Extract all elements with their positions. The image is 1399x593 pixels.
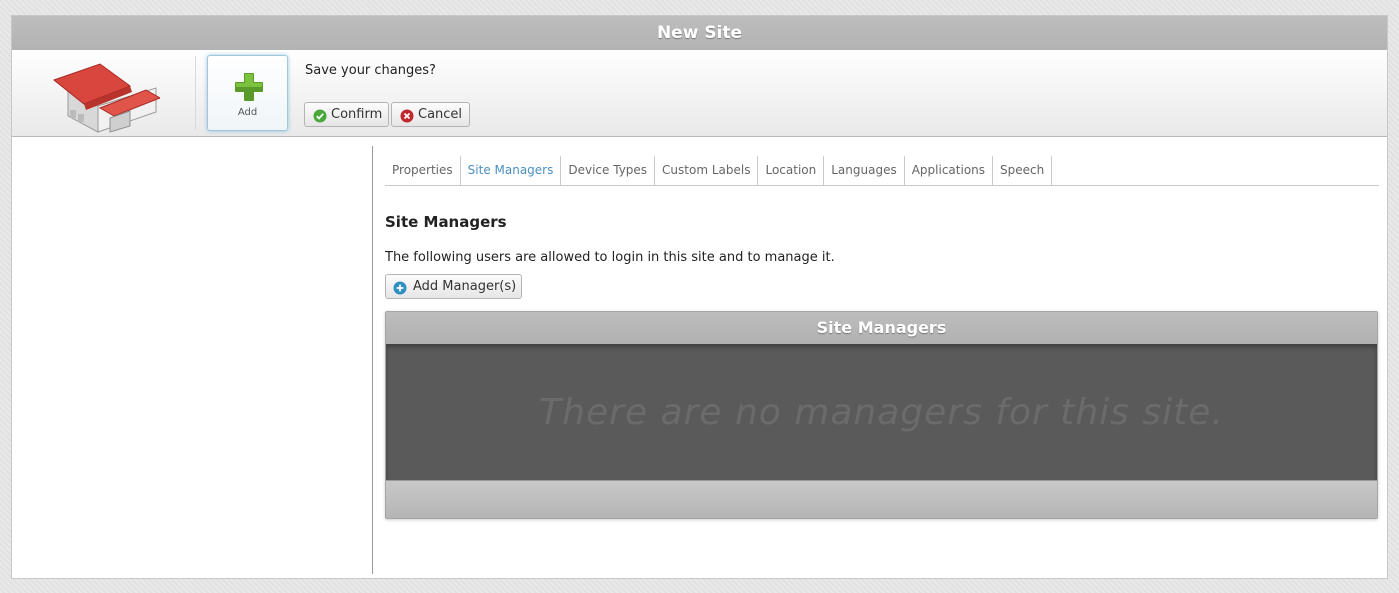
add-button-label: Add [237, 107, 258, 118]
x-circle-icon [400, 108, 414, 123]
plus-icon [234, 72, 264, 102]
section-description: The following users are allowed to login… [385, 250, 835, 265]
check-circle-icon [313, 108, 327, 123]
grid-title: Site Managers [386, 312, 1377, 344]
tab-device-types[interactable]: Device Types [561, 156, 656, 185]
empty-message: There are no managers for this site. [539, 392, 1224, 433]
tab-languages[interactable]: Languages [824, 156, 905, 185]
window-title: New Site [12, 16, 1387, 50]
managers-grid: Site Managers There are no managers for … [385, 311, 1378, 519]
add-managers-label: Add Manager(s) [413, 279, 517, 294]
main-content: Properties Site Managers Device Types Cu… [385, 156, 1379, 519]
confirm-button[interactable]: Confirm [304, 102, 389, 127]
add-button[interactable]: Add [207, 55, 288, 131]
confirm-button-label: Confirm [331, 107, 383, 122]
toolbar-divider [195, 56, 196, 130]
new-site-window: New Site Add Save your changes? Confirm … [11, 15, 1388, 579]
pane-divider [372, 146, 373, 574]
tab-location[interactable]: Location [758, 156, 825, 185]
save-prompt: Save your changes? [305, 63, 436, 78]
cancel-button-label: Cancel [418, 107, 463, 122]
left-pane [12, 138, 373, 578]
cancel-button[interactable]: Cancel [391, 102, 470, 127]
tab-bar: Properties Site Managers Device Types Cu… [385, 156, 1379, 186]
section-title: Site Managers [385, 213, 507, 231]
grid-body: There are no managers for this site. [386, 344, 1377, 480]
tab-custom-labels[interactable]: Custom Labels [655, 156, 759, 185]
tab-properties[interactable]: Properties [385, 156, 461, 185]
tab-applications[interactable]: Applications [905, 156, 994, 185]
building-icon [50, 50, 162, 135]
plus-circle-icon [393, 280, 407, 295]
add-managers-button[interactable]: Add Manager(s) [385, 274, 522, 299]
toolbar: Add Save your changes? Confirm Cancel [12, 50, 1387, 137]
tab-site-managers[interactable]: Site Managers [461, 156, 562, 185]
tab-speech[interactable]: Speech [993, 156, 1053, 185]
grid-footer [386, 480, 1377, 518]
